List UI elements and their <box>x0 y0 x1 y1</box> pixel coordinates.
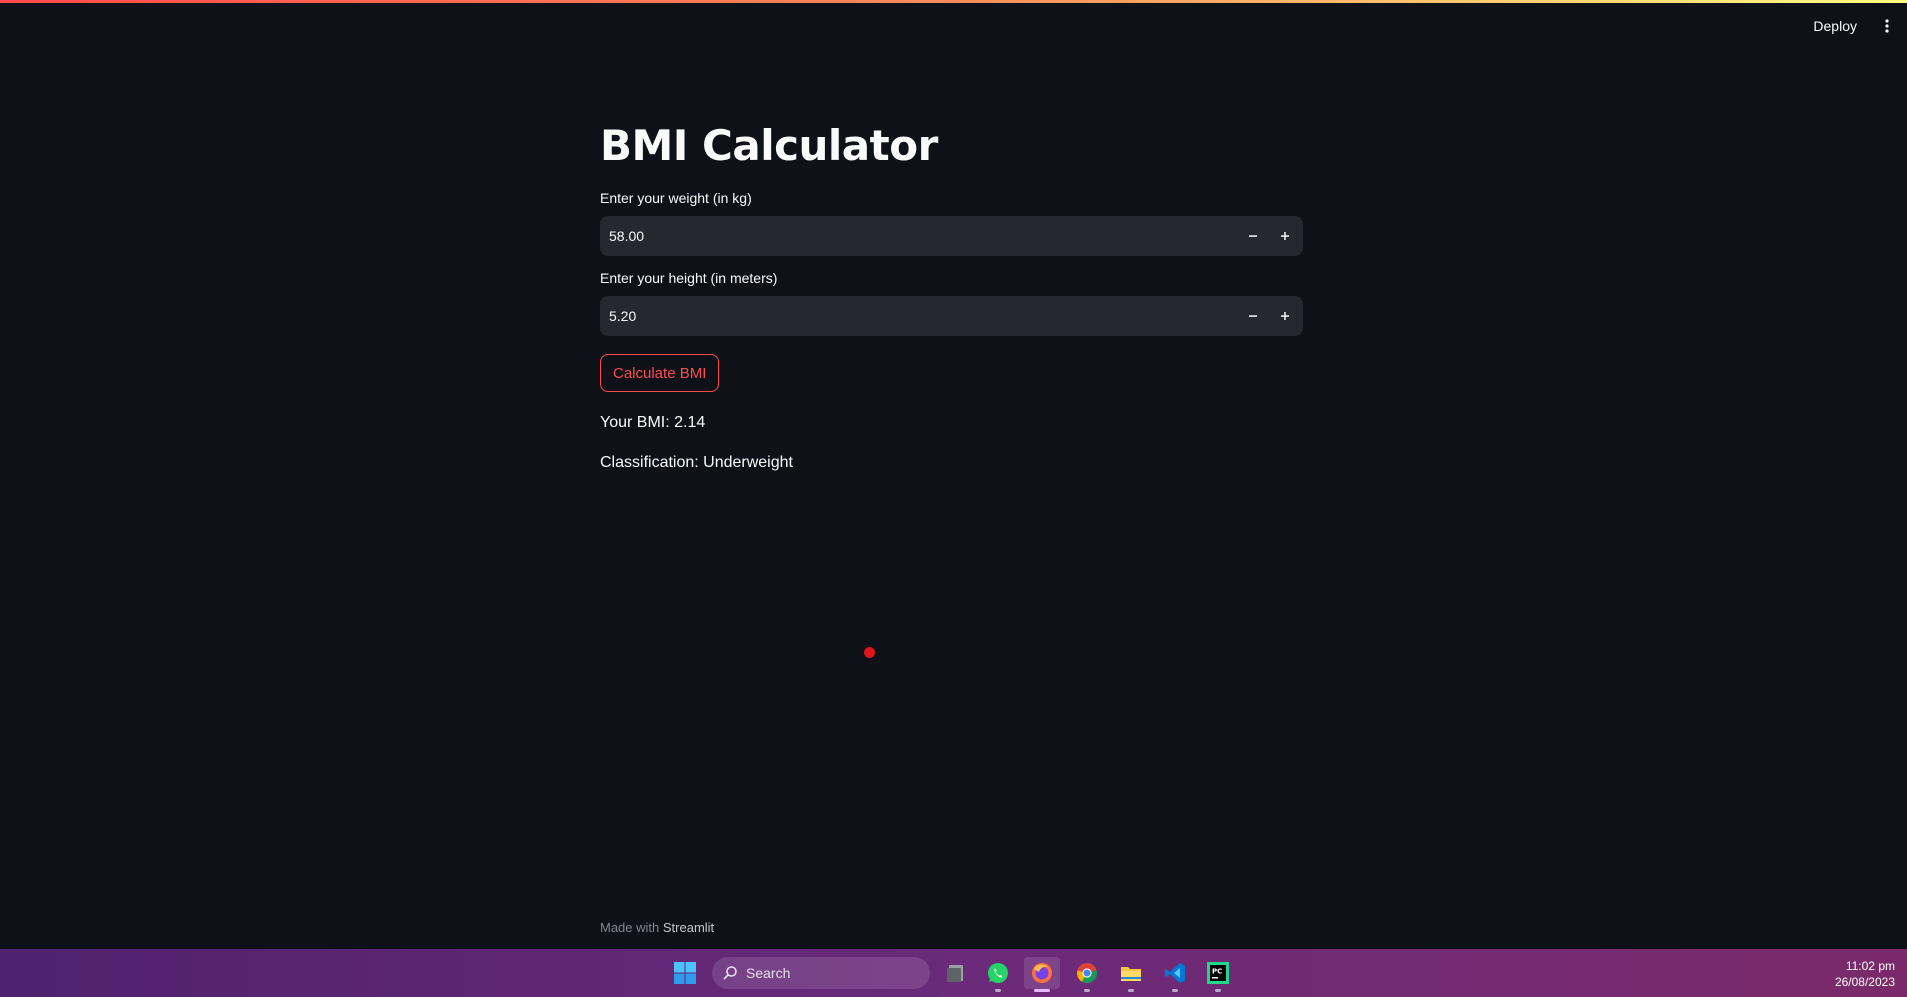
deploy-button[interactable]: Deploy <box>1805 14 1865 38</box>
height-number-input <box>600 296 1303 336</box>
taskbar-whatsapp[interactable] <box>980 957 1016 992</box>
weight-decrement-button[interactable] <box>1237 216 1269 256</box>
running-indicator <box>1215 989 1221 992</box>
taskbar-file-explorer[interactable] <box>1113 957 1149 992</box>
minus-icon <box>1249 235 1257 237</box>
clock-time: 11:02 pm <box>1845 959 1895 973</box>
weight-increment-button[interactable] <box>1269 216 1301 256</box>
whatsapp-icon <box>988 963 1008 983</box>
main-content: BMI Calculator Enter your weight (in kg)… <box>600 118 1303 472</box>
cursor-dot <box>864 647 875 658</box>
running-indicator <box>995 989 1001 992</box>
running-indicator <box>1172 989 1178 992</box>
file-manager-icon <box>947 965 963 982</box>
weight-number-input <box>600 216 1303 256</box>
taskbar-file-manager[interactable] <box>938 957 974 989</box>
top-decoration-stripe <box>0 0 1907 3</box>
height-decrement-button[interactable] <box>1237 296 1269 336</box>
taskbar-firefox[interactable] <box>1024 957 1060 992</box>
clock-date: 26/08/2023 <box>1834 975 1895 989</box>
active-indicator <box>1034 989 1050 992</box>
search-icon <box>723 966 737 980</box>
app-toolbar: Deploy <box>1805 14 1895 38</box>
windows-start-icon[interactable] <box>673 961 697 985</box>
svg-text:PC: PC <box>1212 968 1222 976</box>
streamlit-app: Deploy BMI Calculator Enter your weight … <box>0 0 1907 949</box>
windows-taskbar: Search PC 11:02 pm 26/08/2023 <box>0 949 1907 997</box>
weight-label: Enter your weight (in kg) <box>600 190 752 206</box>
weight-input[interactable] <box>600 216 1237 256</box>
taskbar-search-box[interactable]: Search <box>712 957 930 989</box>
page-title: BMI Calculator <box>600 121 938 170</box>
height-label: Enter your height (in meters) <box>600 270 778 286</box>
taskbar-vscode[interactable] <box>1157 957 1193 992</box>
taskbar-chrome[interactable] <box>1069 957 1105 992</box>
chrome-icon <box>1077 963 1097 984</box>
minus-icon <box>1249 315 1257 317</box>
running-indicator <box>1128 989 1134 992</box>
height-increment-button[interactable] <box>1269 296 1301 336</box>
plus-icon <box>1281 312 1289 320</box>
file-explorer-icon <box>1121 967 1141 981</box>
height-input[interactable] <box>600 296 1237 336</box>
more-vertical-icon[interactable] <box>1879 16 1895 36</box>
taskbar-pycharm[interactable]: PC <box>1200 957 1236 992</box>
system-clock[interactable]: 11:02 pm 26/08/2023 <box>1835 958 1895 990</box>
pycharm-icon: PC <box>1207 962 1229 984</box>
vscode-icon <box>1165 963 1185 983</box>
classification-result-text: Classification: Underweight <box>600 454 793 471</box>
taskbar-search-label: Search <box>746 965 791 981</box>
running-indicator <box>1084 989 1090 992</box>
bmi-result-text: Your BMI: 2.14 <box>600 414 706 431</box>
plus-icon <box>1281 232 1289 240</box>
firefox-icon <box>1032 963 1052 983</box>
footer: Made with Streamlit <box>600 920 714 935</box>
calculate-bmi-button[interactable]: Calculate BMI <box>600 354 720 392</box>
streamlit-link[interactable]: Streamlit <box>663 920 714 935</box>
footer-prefix: Made with <box>600 920 660 935</box>
